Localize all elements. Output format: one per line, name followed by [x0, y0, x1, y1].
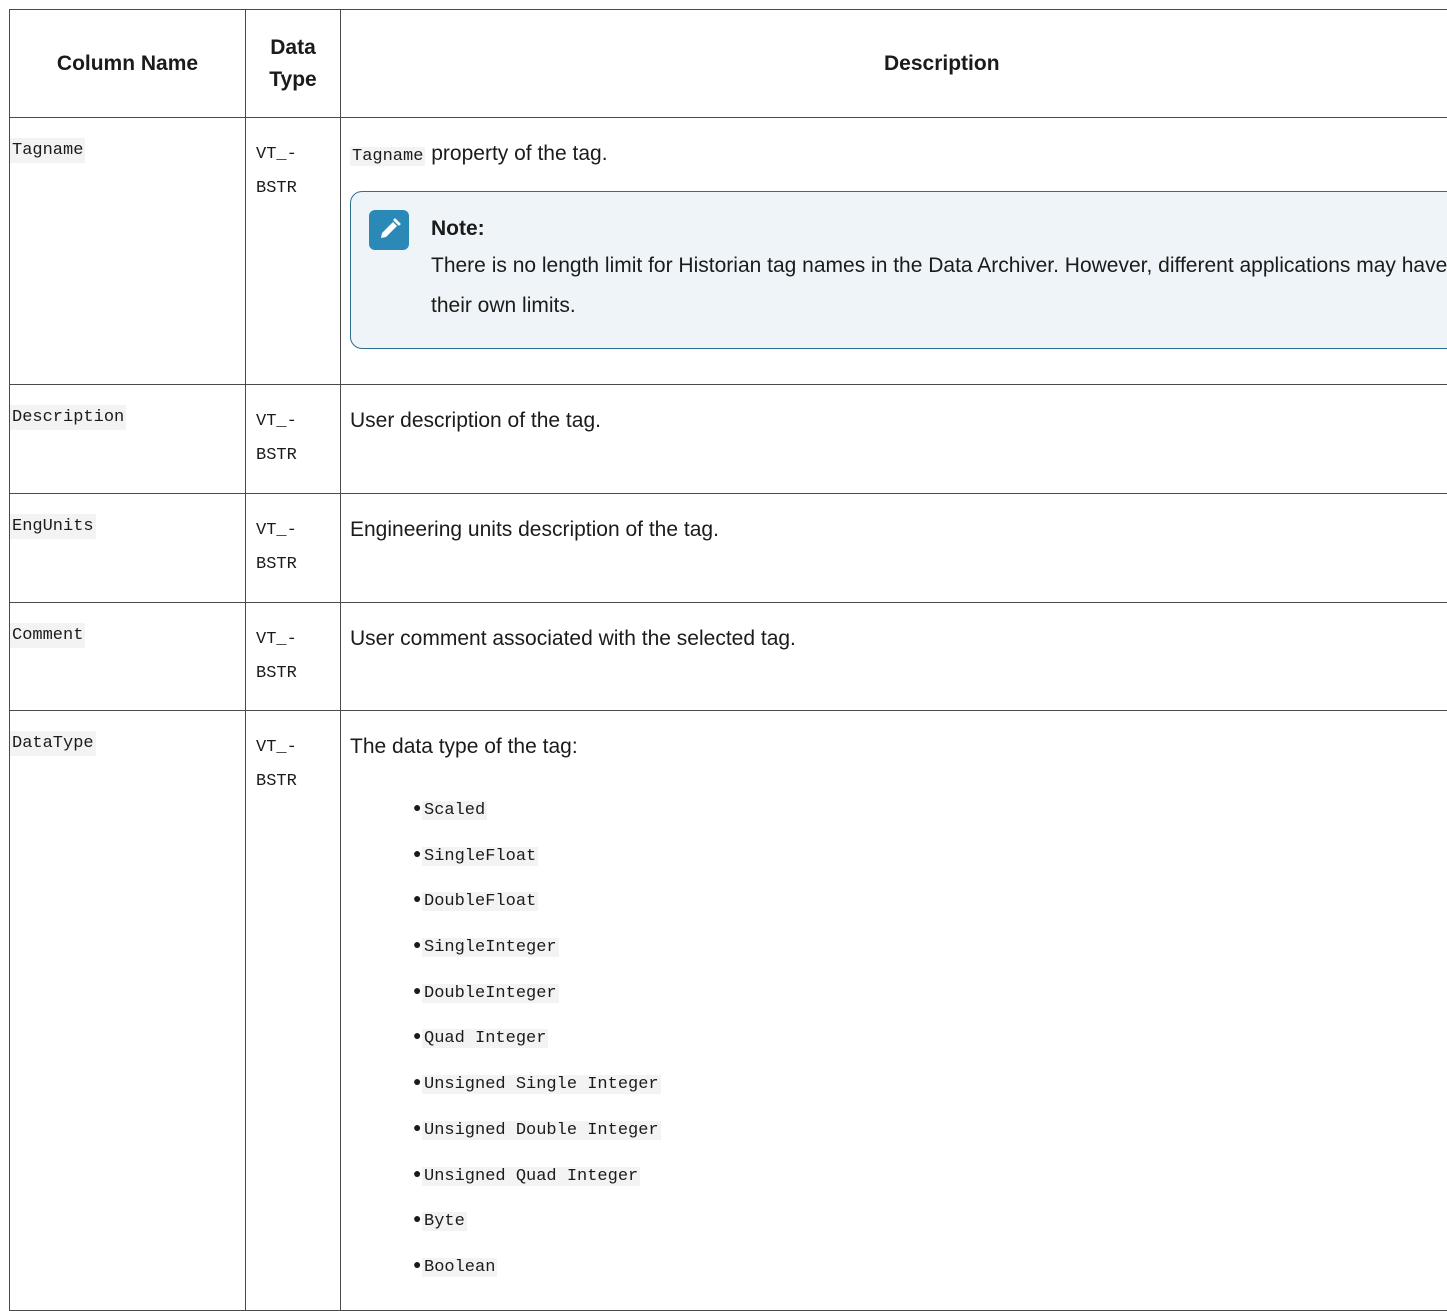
- list-item: ●Scaled: [422, 793, 1447, 839]
- list-item: ●Byte: [422, 1204, 1447, 1250]
- bullet-icon: ●: [413, 976, 421, 1004]
- bullet-icon: ●: [413, 1250, 421, 1278]
- data-type-cell: VT_- BSTR: [246, 118, 341, 385]
- data-type-line1: VT_-: [256, 514, 340, 548]
- data-type-line1: VT_-: [256, 623, 340, 657]
- description-suffix: property of the tag.: [425, 142, 607, 165]
- list-item-code: DoubleFloat: [422, 892, 538, 911]
- data-type-line1: VT_-: [256, 731, 340, 765]
- column-name-value: EngUnits: [10, 514, 96, 539]
- column-name-value: Description: [10, 405, 126, 430]
- table-header-row: Column Name Data Type Description: [10, 10, 1447, 118]
- column-name-cell: Comment: [10, 603, 246, 711]
- column-name-value: Comment: [10, 623, 85, 648]
- data-type-line1: VT_-: [256, 405, 340, 439]
- data-type-line2: BSTR: [256, 548, 340, 582]
- bullet-icon: ●: [413, 884, 421, 912]
- list-item-code: Unsigned Single Integer: [422, 1075, 661, 1094]
- description-cell: Tagname property of the tag. Note: There…: [341, 118, 1447, 385]
- data-type-line2: BSTR: [256, 765, 340, 799]
- note-title: Note:: [431, 212, 1447, 246]
- list-item: ●DoubleInteger: [422, 976, 1447, 1022]
- data-type-list: ●Scaled ●SingleFloat ●DoubleFloat ●Singl…: [350, 793, 1447, 1296]
- description-text: User comment associated with the selecte…: [350, 623, 1447, 655]
- list-item: ●SingleInteger: [422, 930, 1447, 976]
- data-type-line1: VT_-: [256, 138, 340, 172]
- bullet-icon: ●: [413, 1204, 421, 1232]
- list-item-code: Scaled: [422, 801, 487, 820]
- data-type-cell: VT_- BSTR: [246, 711, 341, 1311]
- list-item-code: DoubleInteger: [422, 984, 559, 1003]
- columns-table: Column Name Data Type Description Tagnam…: [9, 9, 1447, 1311]
- list-item: ●Unsigned Single Integer: [422, 1067, 1447, 1113]
- column-name-cell: Description: [10, 385, 246, 494]
- description-text: The data type of the tag:: [350, 731, 1447, 763]
- description-cell: The data type of the tag: ●Scaled ●Singl…: [341, 711, 1447, 1311]
- data-type-cell: VT_- BSTR: [246, 494, 341, 603]
- bullet-icon: ●: [413, 1159, 421, 1187]
- table-row: Tagname VT_- BSTR Tagname property of th…: [10, 118, 1447, 385]
- bullet-icon: ●: [413, 793, 421, 821]
- list-item-code: Unsigned Quad Integer: [422, 1167, 640, 1186]
- description-text: Engineering units description of the tag…: [350, 514, 1447, 546]
- header-description: Description: [341, 10, 1447, 118]
- description-text: Tagname property of the tag.: [350, 138, 1447, 173]
- list-item: ●SingleFloat: [422, 839, 1447, 885]
- table-row: Comment VT_- BSTR User comment associate…: [10, 603, 1447, 711]
- column-name-cell: DataType: [10, 711, 246, 1311]
- description-text: User description of the tag.: [350, 405, 1447, 437]
- list-item: ●Quad Integer: [422, 1021, 1447, 1067]
- table-row: DataType VT_- BSTR The data type of the …: [10, 711, 1447, 1311]
- note-callout: Note: There is no length limit for Histo…: [350, 191, 1447, 349]
- list-item-code: Byte: [422, 1212, 467, 1231]
- data-type-cell: VT_- BSTR: [246, 385, 341, 494]
- bullet-icon: ●: [413, 1067, 421, 1095]
- column-name-value: Tagname: [10, 138, 85, 163]
- table-row: Description VT_- BSTR User description o…: [10, 385, 1447, 494]
- bullet-icon: ●: [413, 1021, 421, 1049]
- column-name-cell: EngUnits: [10, 494, 246, 603]
- column-name-cell: Tagname: [10, 118, 246, 385]
- pencil-note-icon: [369, 210, 409, 250]
- bullet-icon: ●: [413, 1113, 421, 1141]
- description-cell: Engineering units description of the tag…: [341, 494, 1447, 603]
- note-body: There is no length limit for Historian t…: [431, 246, 1447, 326]
- description-code: Tagname: [350, 147, 425, 166]
- header-data-type: Data Type: [246, 10, 341, 118]
- table-row: EngUnits VT_- BSTR Engineering units des…: [10, 494, 1447, 603]
- list-item-code: SingleFloat: [422, 847, 538, 866]
- description-cell: User description of the tag.: [341, 385, 1447, 494]
- data-type-line2: BSTR: [256, 439, 340, 473]
- bullet-icon: ●: [413, 839, 421, 867]
- list-item: ●Unsigned Quad Integer: [422, 1159, 1447, 1205]
- list-item-code: SingleInteger: [422, 938, 559, 957]
- list-item-code: Quad Integer: [422, 1029, 548, 1048]
- column-name-value: DataType: [10, 731, 96, 756]
- bullet-icon: ●: [413, 930, 421, 958]
- header-column-name: Column Name: [10, 10, 246, 118]
- data-type-line2: BSTR: [256, 657, 340, 691]
- data-type-line2: BSTR: [256, 172, 340, 206]
- description-cell: User comment associated with the selecte…: [341, 603, 1447, 711]
- list-item-code: Boolean: [422, 1258, 497, 1277]
- list-item-code: Unsigned Double Integer: [422, 1121, 661, 1140]
- list-item: ●Boolean: [422, 1250, 1447, 1296]
- data-type-cell: VT_- BSTR: [246, 603, 341, 711]
- list-item: ●DoubleFloat: [422, 884, 1447, 930]
- list-item: ●Unsigned Double Integer: [422, 1113, 1447, 1159]
